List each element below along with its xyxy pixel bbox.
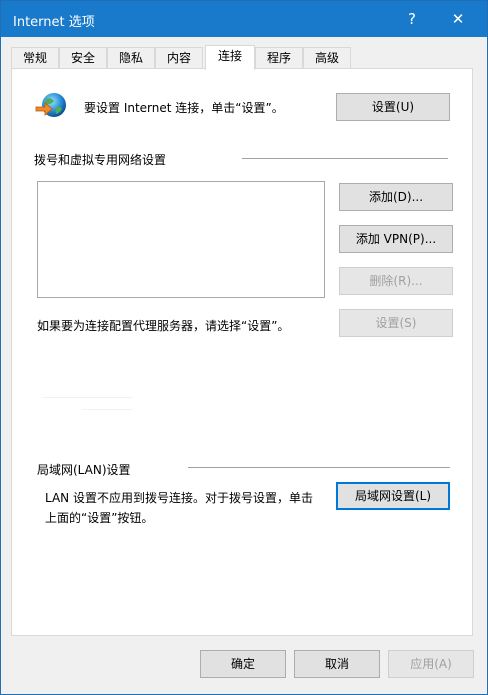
lan-description-line1: LAN 设置不应用到拨号连接。对于拨号设置，单击 <box>45 491 313 505</box>
dialup-heading: 拨号和虚拟专用网络设置 <box>34 153 167 167</box>
lan-separator <box>188 467 450 468</box>
lan-heading: 局域网(LAN)设置 <box>37 463 131 477</box>
tab-general[interactable]: 常规 <box>11 47 59 69</box>
internet-globe-icon <box>35 93 66 117</box>
tab-content[interactable]: 内容 <box>155 47 203 69</box>
lan-description-line2: 上面的“设置”按钮。 <box>45 511 154 525</box>
tab-programs[interactable]: 程序 <box>255 47 303 69</box>
internet-options-dialog: Internet 选项 ? ✕ 常规 安全 隐私 内容 连接 程序 高级 要设置… <box>0 0 488 695</box>
setup-button[interactable]: 设置(U) <box>336 93 450 121</box>
proxy-description: 如果要为连接配置代理服务器，请选择“设置”。 <box>37 319 290 333</box>
help-button[interactable]: ? <box>391 1 433 37</box>
dialup-separator <box>242 158 448 159</box>
add-vpn-button[interactable]: 添加 VPN(P)... <box>339 225 453 253</box>
connection-settings-button[interactable]: 设置(S) <box>339 309 453 337</box>
delete-connection-button[interactable]: 删除(R)... <box>339 267 453 295</box>
window-title: Internet 选项 <box>13 15 95 30</box>
close-button[interactable]: ✕ <box>437 1 479 37</box>
tab-privacy[interactable]: 隐私 <box>107 47 155 69</box>
apply-button[interactable]: 应用(A) <box>388 650 474 678</box>
ok-button[interactable]: 确定 <box>200 650 286 678</box>
lan-settings-button[interactable]: 局域网设置(L) <box>336 482 450 510</box>
tab-advanced[interactable]: 高级 <box>303 47 351 69</box>
cancel-button[interactable]: 取消 <box>294 650 380 678</box>
connections-list[interactable] <box>37 181 325 298</box>
faint-artifact <box>82 409 132 410</box>
faint-artifact <box>42 397 132 398</box>
title-bar[interactable]: Internet 选项 ? ✕ <box>1 1 487 37</box>
connections-panel: 要设置 Internet 连接，单击“设置”。 设置(U) 拨号和虚拟专用网络设… <box>11 68 473 636</box>
tab-connections[interactable]: 连接 <box>205 45 255 70</box>
add-connection-button[interactable]: 添加(D)... <box>339 183 453 211</box>
tab-security[interactable]: 安全 <box>59 47 107 69</box>
setup-description: 要设置 Internet 连接，单击“设置”。 <box>84 101 284 115</box>
